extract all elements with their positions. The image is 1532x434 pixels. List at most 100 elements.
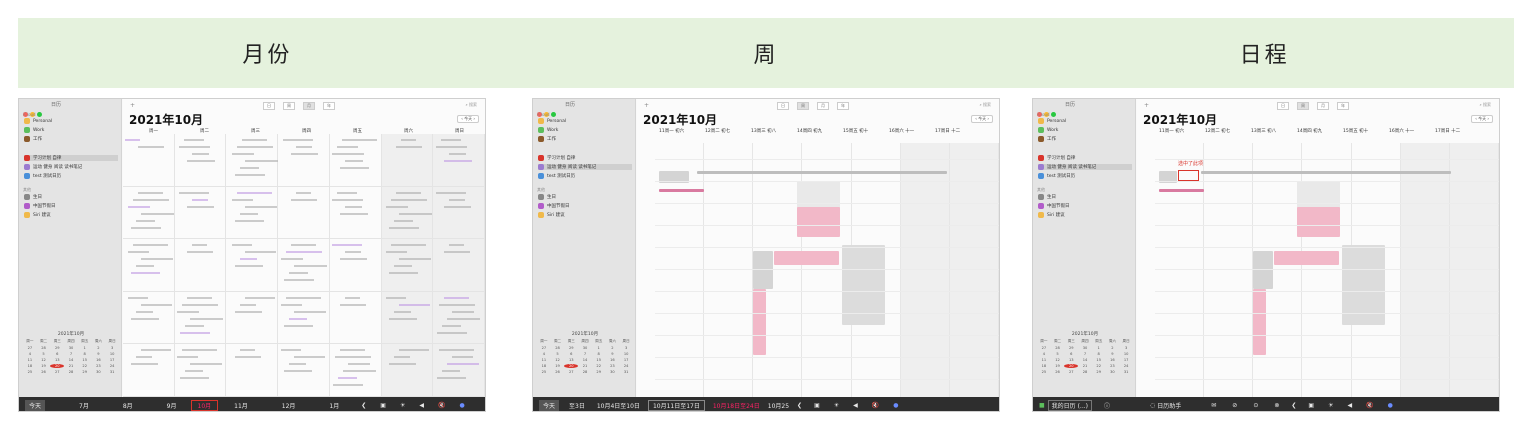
mini-day[interactable]: 3	[105, 346, 119, 350]
sidebar-calendar-item[interactable]: 学习计划 自律	[538, 155, 632, 161]
sidebar-calendar-item[interactable]: Personal	[1038, 118, 1132, 124]
event-line[interactable]	[179, 331, 210, 334]
tab-day[interactable]: 日	[1277, 102, 1289, 110]
event-line[interactable]	[294, 310, 327, 313]
event-line[interactable]	[240, 303, 257, 306]
month-day-cell[interactable]	[329, 239, 382, 292]
mini-day[interactable]: 29	[1064, 346, 1078, 350]
mini-day[interactable]: 13	[564, 358, 578, 362]
tab-year[interactable]: 年	[1337, 102, 1349, 110]
mini-day[interactable]: 5	[1051, 352, 1065, 356]
mini-day[interactable]: 2	[92, 346, 106, 350]
mini-day[interactable]: 22	[78, 364, 92, 368]
event-line[interactable]	[191, 153, 209, 155]
mini-day[interactable]: 18	[1037, 364, 1051, 368]
event-line[interactable]	[131, 226, 161, 229]
screen-icon[interactable]: ▣	[814, 402, 820, 409]
event-line[interactable]	[131, 363, 158, 366]
mini-day[interactable]: 8	[592, 352, 606, 356]
sidebar-calendar-item[interactable]: 工作	[24, 136, 118, 142]
month-day-cell[interactable]	[278, 134, 330, 187]
mini-day[interactable]: 28	[578, 370, 592, 374]
mini-calendar-grid[interactable]: 周一 周二 周三 周四 周五 周六 周日 27 28 29 30 1 2 3 4 5 6 7 8 9 10 11 12 13 1…	[23, 339, 119, 374]
event-line[interactable]	[444, 160, 473, 162]
tab-year[interactable]: 年	[323, 102, 335, 110]
touchbar-month[interactable]: 8月	[123, 401, 133, 410]
event-line[interactable]	[449, 153, 467, 155]
mini-day[interactable]: 6	[1064, 352, 1078, 356]
mini-day[interactable]: 12	[551, 358, 565, 362]
event-line[interactable]	[296, 191, 312, 194]
volume-icon[interactable]: ◀	[853, 402, 858, 409]
touchbar-today[interactable]: 今天	[539, 399, 560, 411]
touchbar-month[interactable]: 1月	[329, 401, 339, 410]
mini-day[interactable]: 16	[1106, 358, 1120, 362]
event-block[interactable]	[774, 251, 839, 265]
mini-day[interactable]: 11	[537, 358, 551, 362]
event-line[interactable]	[191, 244, 207, 247]
month-day-cell[interactable]	[381, 344, 434, 397]
tab-year[interactable]: 年	[837, 102, 849, 110]
mini-day[interactable]: 14	[1078, 358, 1092, 362]
mini-day[interactable]: 22	[592, 364, 606, 368]
event-line[interactable]	[339, 258, 367, 261]
event-line[interactable]	[336, 191, 357, 194]
event-line[interactable]	[444, 205, 472, 208]
event-line[interactable]	[232, 198, 254, 201]
event-line[interactable]	[291, 198, 318, 201]
event-line[interactable]	[388, 317, 417, 320]
event-line[interactable]	[179, 377, 209, 380]
sidebar-calendar-item[interactable]: Work	[1038, 127, 1132, 133]
month-grid[interactable]	[123, 134, 485, 397]
mini-day[interactable]: 29	[592, 370, 606, 374]
mini-day[interactable]: 30	[64, 346, 78, 350]
event-line[interactable]	[235, 174, 266, 176]
event-line[interactable]	[240, 258, 258, 261]
mini-day[interactable]: 25	[23, 370, 37, 374]
event-line[interactable]	[281, 303, 303, 306]
event-line[interactable]	[393, 310, 411, 313]
event-block[interactable]	[1274, 251, 1339, 265]
mute-icon[interactable]: 🔇	[872, 402, 879, 409]
event-line[interactable]	[331, 244, 362, 247]
event-line[interactable]	[240, 212, 259, 215]
mini-day[interactable]: 9	[92, 352, 106, 356]
event-line[interactable]	[347, 363, 370, 366]
chevron-left-icon[interactable]: ❮	[797, 402, 802, 409]
event-line[interactable]	[131, 317, 159, 320]
month-day-cell[interactable]	[174, 134, 227, 187]
event-line[interactable]	[294, 265, 328, 268]
event-line[interactable]	[452, 356, 474, 359]
event-line[interactable]	[186, 296, 212, 299]
sidebar-calendar-item[interactable]: 学习计划 自律	[1038, 155, 1132, 161]
mini-day[interactable]: 15	[592, 358, 606, 362]
touchbar-week-selected[interactable]: 10月18日至24日	[713, 401, 760, 410]
event-line[interactable]	[189, 317, 223, 320]
event-line[interactable]	[186, 160, 215, 162]
month-day-cell[interactable]	[278, 291, 330, 345]
mute-icon[interactable]: 🔇	[1366, 402, 1373, 409]
mini-day[interactable]: 30	[578, 346, 592, 350]
mini-day[interactable]: 25	[1037, 370, 1051, 374]
sidebar-calendar-item[interactable]: 运动 健身 阅读 读书笔记	[1038, 164, 1132, 170]
tab-week[interactable]: 周	[283, 102, 295, 110]
touchbar-month[interactable]: 9月	[167, 401, 177, 410]
sidebar-calendar-item[interactable]: Personal	[24, 118, 118, 124]
mini-day[interactable]: 2	[606, 346, 620, 350]
month-day-cell[interactable]	[329, 344, 382, 397]
touchbar-month[interactable]: 7月	[79, 401, 89, 410]
sidebar-calendar-item[interactable]: 生日	[24, 194, 118, 200]
sidebar-calendar-item[interactable]: Work	[538, 127, 632, 133]
event-block[interactable]	[753, 289, 766, 355]
event-line[interactable]	[178, 191, 209, 194]
zoom-icon[interactable]	[37, 112, 42, 117]
event-line[interactable]	[245, 160, 279, 162]
month-day-cell[interactable]	[381, 186, 434, 240]
event-line[interactable]	[245, 205, 278, 208]
mini-calendar[interactable]: 2021年10月 周一 周二 周三 周四 周五 周六 周日 27 28 29 30 1 2 3 4 5 6 7 8 9…	[23, 331, 119, 393]
selected-event[interactable]	[1178, 170, 1199, 181]
touchbar-month[interactable]: 11月	[234, 401, 248, 410]
mini-day[interactable]: 18	[537, 364, 551, 368]
mini-day[interactable]: 20	[1064, 364, 1079, 368]
mini-day[interactable]: 26	[37, 370, 51, 374]
